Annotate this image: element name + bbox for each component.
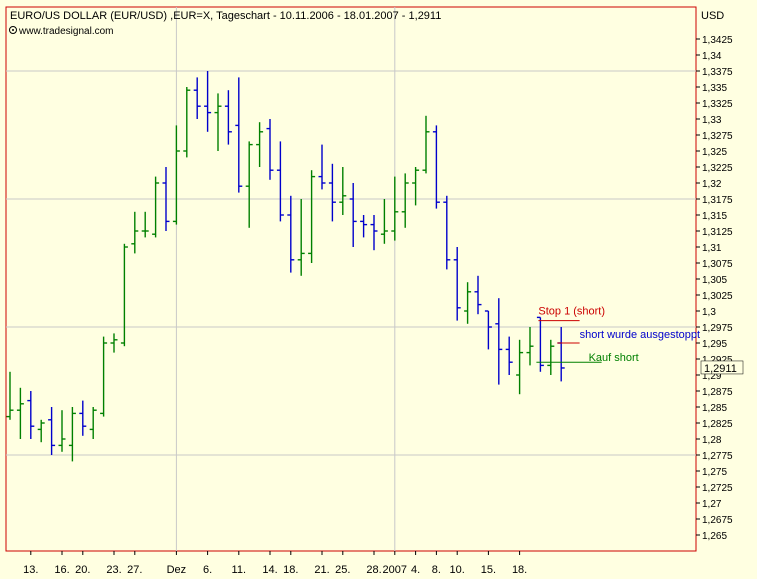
y-tick-label-23: 1,3225 xyxy=(702,163,733,174)
x-tick-label-2: 20. xyxy=(75,564,90,576)
y-tick-label-14: 1,3 xyxy=(702,307,716,318)
x-tick-label-13: 2007 xyxy=(383,564,407,576)
x-tick-label-4: 27. xyxy=(127,564,142,576)
currency-label: USD xyxy=(701,10,724,22)
y-tick-label-8: 1,285 xyxy=(702,403,727,414)
x-tick-label-0: 13. xyxy=(23,564,38,576)
y-tick-label-22: 1,32 xyxy=(702,179,722,190)
x-tick-label-1: 16. xyxy=(54,564,69,576)
chart-title: EURO/US DOLLAR (EUR/USD) ,EUR=X, Tagesch… xyxy=(10,10,441,22)
y-tick-label-3: 1,2725 xyxy=(702,483,733,494)
y-tick-label-26: 1,33 xyxy=(702,115,722,126)
x-tick-label-14: 4. xyxy=(411,564,420,576)
x-tick-label-10: 21. xyxy=(314,564,329,576)
x-tick-label-16: 10. xyxy=(450,564,465,576)
x-tick-label-17: 15. xyxy=(481,564,496,576)
x-axis: 13. 16. 20. 23. 27. Dez 6. 11. 14. 18. 21. 25. 28. 20… xyxy=(23,551,527,576)
y-tick-label-17: 1,3075 xyxy=(702,259,733,270)
y-tick-label-20: 1,315 xyxy=(702,211,727,222)
x-tick-label-8: 14. xyxy=(262,564,277,576)
y-tick-label-4: 1,275 xyxy=(702,467,727,478)
y-tick-label-28: 1,335 xyxy=(702,83,727,94)
last-price-marker: 1,2911 xyxy=(700,360,744,375)
y-tick-label-9: 1,2875 xyxy=(702,387,733,398)
y-tick-label-16: 1,305 xyxy=(702,275,727,286)
x-tick-label-5: Dez xyxy=(167,564,187,576)
y-tick-label-25: 1,3275 xyxy=(702,131,733,142)
last-price-label: 1,2911 xyxy=(704,363,737,375)
y-tick-label-21: 1,3175 xyxy=(702,195,733,206)
y-tick-label-2: 1,27 xyxy=(702,499,722,510)
y-tick-label-15: 1,3025 xyxy=(702,291,733,302)
y-tick-label-1: 1,2675 xyxy=(702,515,733,526)
y-tick-label-24: 1,325 xyxy=(702,147,727,158)
short-stopped-label: short wurde ausgestoppt xyxy=(580,329,700,341)
y-tick-label-29: 1,3375 xyxy=(702,67,733,78)
x-tick-label-12: 28. xyxy=(366,564,381,576)
y-tick-label-7: 1,2825 xyxy=(702,419,733,430)
y-tick-label-27: 1,3325 xyxy=(702,99,733,110)
y-axis: 1,265 1,2675 1,27 1,2725 1,275 1,2775 1,28 1,28… xyxy=(696,35,733,542)
y-tick-label-19: 1,3125 xyxy=(702,227,733,238)
x-tick-label-15: 8. xyxy=(432,564,441,576)
y-tick-label-30: 1,34 xyxy=(702,51,722,62)
plot-frame xyxy=(5,6,697,552)
ohlc-chart: 1,265 1,2675 1,27 1,2725 1,275 1,2775 1,28 1,28… xyxy=(5,6,744,576)
y-tick-label-5: 1,2775 xyxy=(702,451,733,462)
x-tick-label-18: 18. xyxy=(512,564,527,576)
y-tick-label-18: 1,31 xyxy=(702,243,722,254)
stop-label: Stop 1 (short) xyxy=(538,306,605,318)
source-label: www.tradesignal.com xyxy=(18,26,113,37)
x-tick-label-11: 25. xyxy=(335,564,350,576)
x-tick-label-6: 6. xyxy=(203,564,212,576)
y-tick-label-13: 1,2975 xyxy=(702,323,733,334)
x-tick-label-3: 23. xyxy=(106,564,121,576)
y-tick-label-0: 1,265 xyxy=(702,531,727,542)
buy-label: Kauf short xyxy=(589,352,639,364)
y-tick-label-12: 1,295 xyxy=(702,339,727,350)
y-tick-label-31: 1,3425 xyxy=(702,35,733,46)
x-tick-label-7: 11. xyxy=(232,564,246,576)
x-tick-label-9: 18. xyxy=(283,564,298,576)
y-tick-label-6: 1,28 xyxy=(702,435,722,446)
